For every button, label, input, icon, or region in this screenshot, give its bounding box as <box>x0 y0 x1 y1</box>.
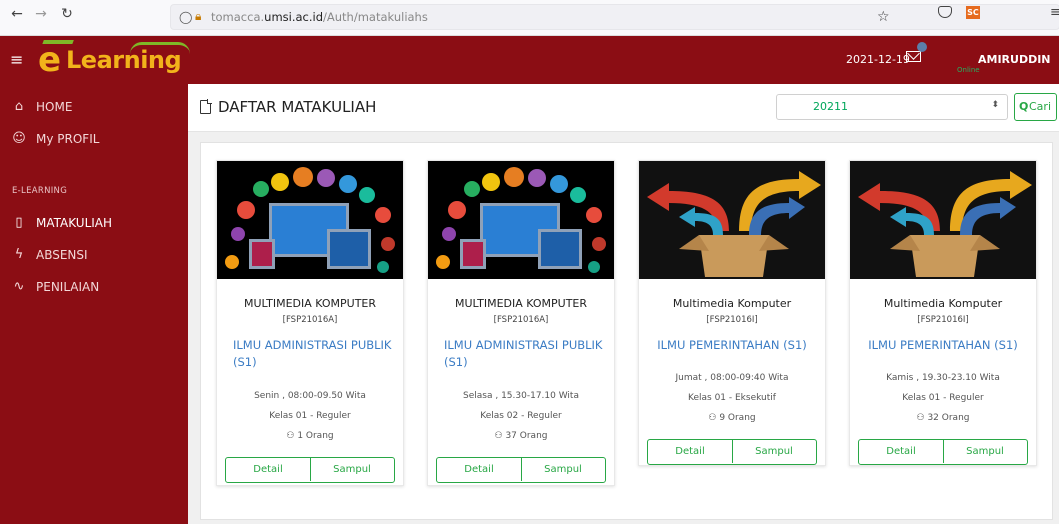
reload-icon[interactable]: ↻ <box>58 6 76 22</box>
app-topbar: ≡ e Learning 2021-12-19 Online AMIRUDDIN <box>0 36 1059 84</box>
sampul-button[interactable]: Sampul <box>311 458 393 481</box>
course-title: Multimedia Komputer <box>883 297 1003 310</box>
card-button-group: Detail Sampul <box>858 439 1028 465</box>
course-card: MULTIMEDIA KOMPUTER [FSP21016A] ILMU ADM… <box>427 160 615 486</box>
sidebar-item-matakuliah[interactable]: ▯ MATAKULIAH <box>0 210 188 238</box>
people-icon: ⚇ <box>494 431 506 441</box>
page-header: DAFTAR MATAKULIAH 20211 ⬍ Q Cari <box>188 84 1059 132</box>
course-title: MULTIMEDIA KOMPUTER <box>243 297 377 310</box>
extension-icon[interactable]: SC <box>966 6 980 19</box>
course-schedule: Jumat , 08:00-09:40 Wita <box>675 373 789 383</box>
course-schedule: Senin , 08:00-09.50 Wita <box>254 391 366 401</box>
page-title: DAFTAR MATAKULIAH <box>218 98 377 116</box>
logo-swoosh-icon <box>130 42 190 54</box>
card-button-group: Detail Sampul <box>647 439 817 465</box>
course-participants: ⚇ 9 Orang <box>708 413 756 423</box>
mail-icon[interactable] <box>906 51 921 62</box>
browser-menu-icon[interactable]: ≡ <box>1050 5 1059 20</box>
forward-icon[interactable]: → <box>32 6 50 22</box>
home-icon: ⌂ <box>14 99 24 114</box>
card-button-group: Detail Sampul <box>225 457 395 483</box>
search-button[interactable]: Q Cari <box>1014 93 1057 121</box>
user-name[interactable]: AMIRUDDIN <box>978 53 1051 66</box>
online-status: Online <box>957 66 980 74</box>
course-card: MULTIMEDIA KOMPUTER [FSP21016A] ILMU ADM… <box>216 160 404 486</box>
sidebar-group-label: E-LEARNING <box>12 186 68 196</box>
search-icon: Q <box>1019 100 1029 113</box>
people-icon: ⚇ <box>286 431 298 441</box>
sidebar-item-absensi[interactable]: ϟ ABSENSI <box>0 242 188 270</box>
course-code: [FSP21016A] <box>493 315 549 325</box>
activity-icon: ∿ <box>13 279 25 294</box>
course-class: Kelas 01 - Reguler <box>902 393 984 403</box>
course-thumbnail-arrows-box <box>639 161 825 279</box>
people-icon: ⚇ <box>916 413 928 423</box>
course-class: Kelas 01 - Reguler <box>269 411 351 421</box>
course-thumbnail-multimedia <box>428 161 614 279</box>
people-icon: ⚇ <box>708 413 720 423</box>
course-class: Kelas 02 - Reguler <box>480 411 562 421</box>
course-card: Multimedia Komputer [FSP21016I] ILMU PEM… <box>849 160 1037 466</box>
detail-button[interactable]: Detail <box>648 440 733 463</box>
browser-toolbar: ← → ↻ ◯ 🔒︎ tomacca.umsi.ac.id/Auth/matak… <box>0 0 1059 36</box>
lock-icon: 🔒︎ <box>195 9 202 23</box>
bookmark-star-icon[interactable]: ☆ <box>877 9 890 25</box>
sidebar-item-home[interactable]: ⌂ HOME <box>0 94 188 122</box>
sidebar: ⌂ HOME ☺ My PROFIL E-LEARNING ▯ MATAKULI… <box>0 84 188 524</box>
course-code: [FSP21016I] <box>706 315 758 325</box>
lightning-icon: ϟ <box>14 247 24 262</box>
file-icon <box>200 99 212 114</box>
card-button-group: Detail Sampul <box>436 457 606 483</box>
sidebar-item-my-profil[interactable]: ☺ My PROFIL <box>0 126 188 154</box>
course-participants: ⚇ 37 Orang <box>494 431 548 441</box>
course-class: Kelas 01 - Eksekutif <box>688 393 776 403</box>
course-prodi[interactable]: ILMU PEMERINTAHAN (S1) <box>639 337 825 354</box>
user-icon: ☺ <box>12 131 26 146</box>
course-schedule: Kamis , 19.30-23.10 Wita <box>886 373 1000 383</box>
current-date: 2021-12-19 <box>846 53 910 66</box>
course-participants: ⚇ 32 Orang <box>916 413 970 423</box>
course-prodi[interactable]: ILMU ADMINISTRASI PUBLIK (S1) <box>444 337 604 371</box>
detail-button[interactable]: Detail <box>859 440 944 463</box>
select-arrows-icon: ⬍ <box>991 100 999 110</box>
course-thumbnail-multimedia <box>217 161 403 279</box>
detail-button[interactable]: Detail <box>226 458 311 481</box>
detail-button[interactable]: Detail <box>437 458 522 481</box>
notification-dot <box>917 42 927 52</box>
back-icon[interactable]: ← <box>8 6 26 22</box>
course-code: [FSP21016A] <box>282 315 338 325</box>
course-schedule: Selasa , 15.30-17.10 Wita <box>463 391 579 401</box>
document-icon: ▯ <box>15 215 23 230</box>
course-thumbnail-arrows-box <box>850 161 1036 279</box>
address-bar[interactable]: ◯ 🔒︎ tomacca.umsi.ac.id/Auth/matakuliahs… <box>170 4 1059 30</box>
course-code: [FSP21016I] <box>917 315 969 325</box>
shield-icon: ◯ <box>179 10 193 24</box>
course-card: Multimedia Komputer [FSP21016I] ILMU PEM… <box>638 160 826 466</box>
sampul-button[interactable]: Sampul <box>522 458 604 481</box>
course-prodi[interactable]: ILMU PEMERINTAHAN (S1) <box>850 337 1036 354</box>
course-prodi[interactable]: ILMU ADMINISTRASI PUBLIK (S1) <box>233 337 393 371</box>
sampul-button[interactable]: Sampul <box>733 440 815 463</box>
course-title: MULTIMEDIA KOMPUTER <box>454 297 588 310</box>
url-text: tomacca.umsi.ac.id/Auth/matakuliahs <box>211 10 428 24</box>
elearning-logo[interactable]: e Learning <box>38 40 198 80</box>
sampul-button[interactable]: Sampul <box>944 440 1026 463</box>
semester-select[interactable]: 20211 ⬍ <box>776 94 1008 120</box>
hamburger-menu-icon[interactable]: ≡ <box>10 50 23 69</box>
course-title: Multimedia Komputer <box>672 297 792 310</box>
sidebar-item-penilaian[interactable]: ∿ PENILAIAN <box>0 274 188 302</box>
course-participants: ⚇ 1 Orang <box>286 431 334 441</box>
